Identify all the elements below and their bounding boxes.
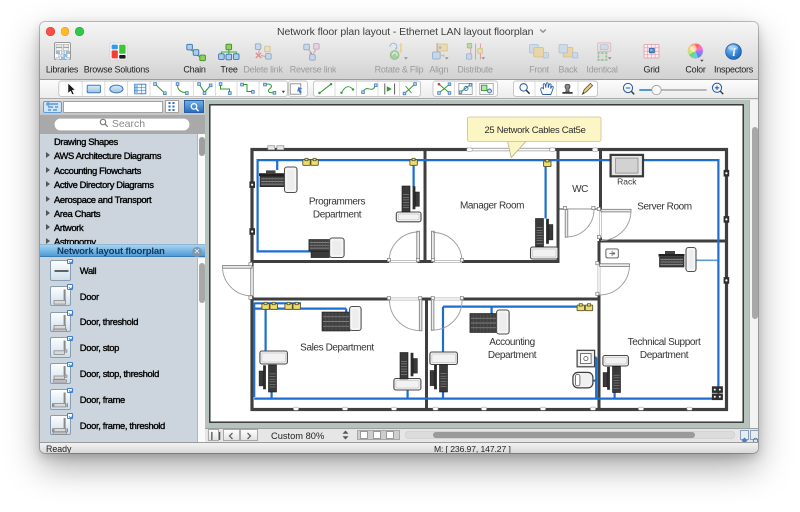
- svg-text:25 Network Cables Cat5e: 25 Network Cables Cat5e: [484, 124, 585, 135]
- svg-text:Technical Support: Technical Support: [628, 337, 701, 348]
- svg-text:Align: Align: [429, 65, 448, 75]
- svg-text:Libraries: Libraries: [46, 65, 79, 75]
- svg-text:Accounting: Accounting: [489, 337, 534, 348]
- svg-text:Back: Back: [558, 65, 578, 75]
- svg-text:Identical: Identical: [586, 65, 618, 75]
- svg-text:Tree: Tree: [220, 65, 237, 75]
- svg-text:Manager Room: Manager Room: [460, 201, 524, 212]
- svg-text:Inspectors: Inspectors: [714, 65, 754, 75]
- svg-text:Chain: Chain: [183, 65, 206, 75]
- svg-text:Department: Department: [313, 209, 362, 220]
- svg-text:Department: Department: [488, 350, 537, 361]
- svg-text:Rotate & Flip: Rotate & Flip: [375, 65, 424, 75]
- svg-text:Server Room: Server Room: [637, 201, 692, 212]
- svg-text:Delete link: Delete link: [243, 65, 283, 75]
- svg-text:Reverse link: Reverse link: [290, 65, 337, 75]
- svg-text:Browse Solutions: Browse Solutions: [84, 65, 150, 75]
- svg-text:Grid: Grid: [643, 65, 659, 75]
- svg-text:Programmers: Programmers: [309, 197, 366, 208]
- svg-text:Department: Department: [640, 350, 689, 361]
- svg-text:Distribute: Distribute: [457, 65, 493, 75]
- svg-text:Sales Department: Sales Department: [300, 343, 374, 354]
- svg-text:Rack: Rack: [617, 177, 637, 187]
- svg-text:Front: Front: [529, 65, 550, 75]
- svg-text:WC: WC: [572, 184, 588, 195]
- svg-text:Color: Color: [685, 65, 706, 75]
